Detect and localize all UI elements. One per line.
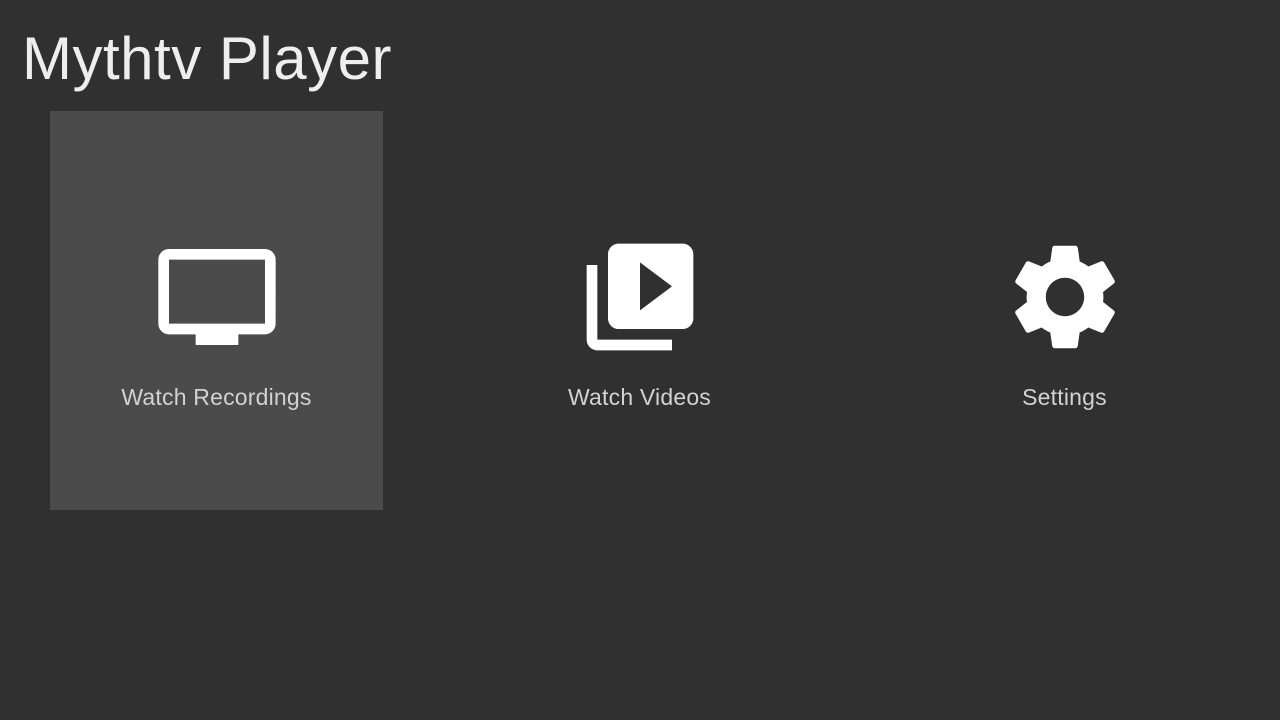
gear-icon	[1001, 233, 1129, 361]
tv-icon	[153, 233, 281, 361]
menu-item-label: Watch Recordings	[121, 384, 312, 410]
menu-item-watch-recordings[interactable]: Watch Recordings	[50, 111, 383, 510]
app-root: Mythtv Player Watch Recordings Watch Vid…	[0, 0, 1280, 720]
menu-item-settings[interactable]: Settings	[898, 111, 1231, 510]
video-library-icon	[576, 233, 704, 361]
menu-item-label: Settings	[1022, 384, 1107, 410]
menu-item-watch-videos[interactable]: Watch Videos	[473, 111, 806, 510]
menu-item-label: Watch Videos	[567, 384, 712, 410]
app-title: Mythtv Player	[22, 25, 392, 92]
